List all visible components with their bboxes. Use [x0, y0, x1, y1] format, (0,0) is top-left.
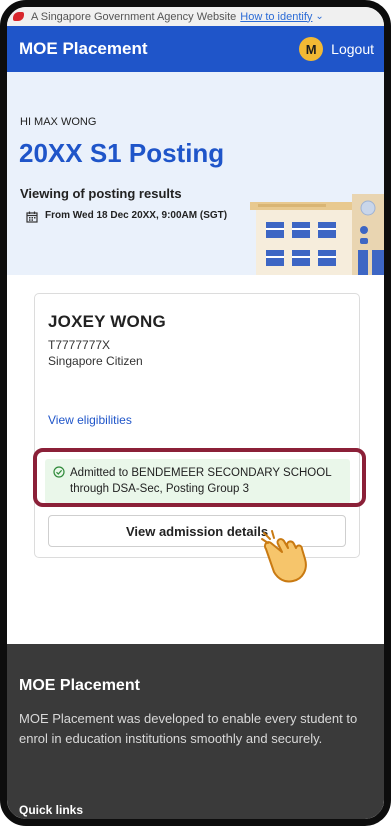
gov-banner-text: A Singapore Government Agency Website [31, 10, 237, 23]
pointing-hand-icon [261, 530, 307, 583]
greeting: HI MAX WONG [20, 116, 97, 128]
top-nav: MOE Placement M Logout [7, 26, 384, 72]
hero-banner: HI MAX WONG 20XX S1 Posting Viewing of p… [7, 72, 384, 275]
citizenship-status: Singapore Citizen [48, 354, 143, 368]
brand-title[interactable]: MOE Placement [19, 39, 148, 59]
avatar[interactable]: M [299, 37, 324, 61]
viewing-label: Viewing of posting results [20, 186, 182, 201]
logout-button[interactable]: Logout [331, 41, 374, 57]
posting-date: From Wed 18 Dec 20XX, 9:00AM (SGT) [45, 210, 228, 221]
view-eligibilities-link[interactable]: View eligibilities [48, 413, 132, 427]
footer-title: MOE Placement [19, 677, 140, 694]
student-card: JOXEY WONG T7777777X Singapore Citizen V… [34, 293, 360, 558]
quick-links-heading: Quick links [19, 803, 84, 817]
school-building-illustration [250, 194, 384, 275]
lion-head-icon [13, 12, 24, 21]
phone-frame: A Singapore Government Agency Website Ho… [0, 0, 391, 826]
student-name: JOXEY WONG [48, 312, 166, 331]
page-title: 20XX S1 Posting [19, 138, 225, 168]
user-menu: M Logout [299, 37, 374, 61]
how-to-identify-link[interactable]: How to identify [240, 11, 312, 23]
gov-banner: A Singapore Government Agency Website Ho… [7, 7, 384, 26]
footer: MOE Placement MOE Placement was develope… [7, 644, 384, 819]
student-id: T7777777X [48, 338, 111, 352]
calendar-icon [26, 211, 38, 223]
footer-description: MOE Placement was developed to enable ev… [19, 711, 358, 746]
chevron-down-icon[interactable]: ⌄ [315, 11, 323, 22]
highlight-annotation [33, 448, 366, 507]
